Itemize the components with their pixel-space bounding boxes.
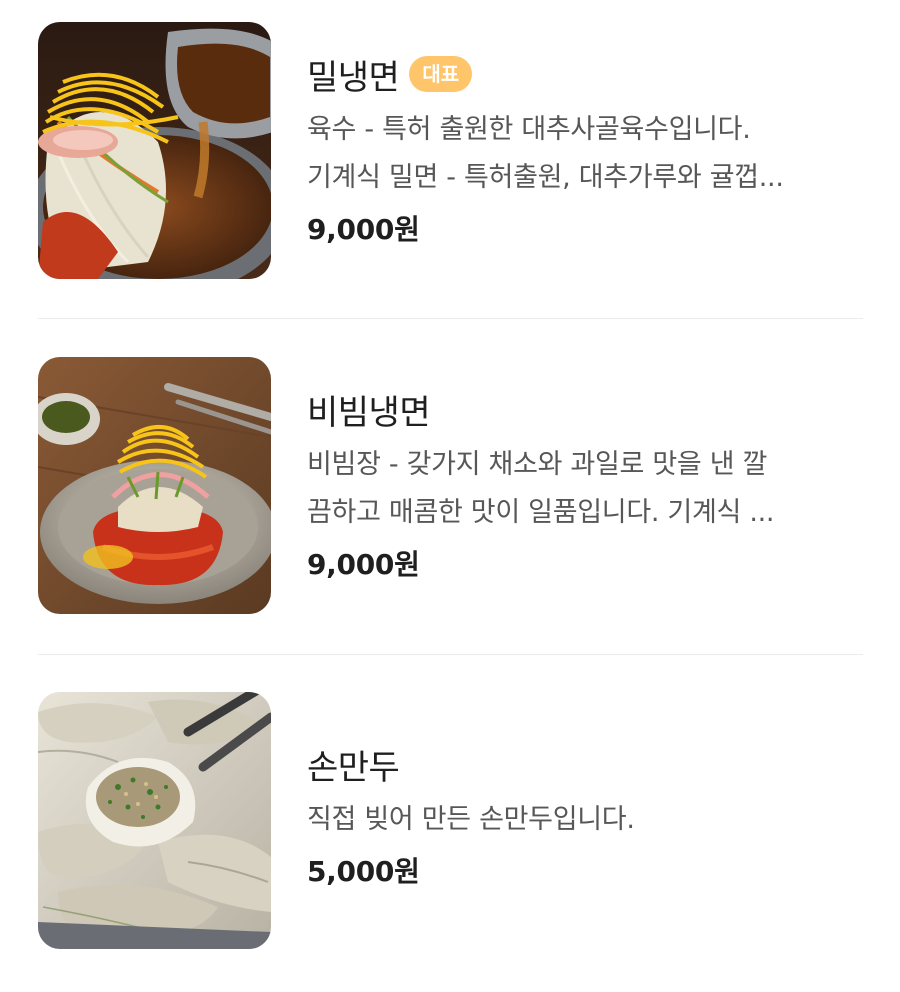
son-mandu-photo — [38, 692, 271, 949]
menu-item-price: 9,000원 — [307, 548, 420, 581]
description-line: 육수 - 특허 출원한 대추사골육수입니다. — [307, 114, 751, 145]
name-row: 손만두 — [307, 738, 867, 790]
menu-list: 밀냉면 대표 육수 - 특허 출원한 대추사골육수입니다. 기계식 밀면 - 특… — [0, 0, 900, 985]
description-line: 직접 빚어 만든 손만두입니다. — [307, 804, 635, 835]
divider — [38, 654, 863, 655]
menu-item-price: 9,000원 — [307, 213, 420, 246]
mil-naengmyeon-image — [38, 22, 271, 279]
bibim-naengmyeon-image — [38, 357, 271, 614]
description-line: 비빔장 - 갖가지 채소와 과일로 맛을 낸 깔 — [307, 449, 768, 480]
menu-item-price: 5,000원 — [307, 855, 420, 888]
menu-item-description: 비빔장 - 갖가지 채소와 과일로 맛을 낸 깔 끔하고 매콤한 맛이 일품입니… — [307, 441, 867, 537]
menu-item-name: 손만두 — [307, 747, 400, 788]
name-row: 비빔냉면 — [307, 383, 867, 435]
menu-item-name: 비빔냉면 — [307, 392, 431, 433]
name-row: 밀냉면 대표 — [307, 48, 867, 100]
signature-badge: 대표 — [409, 56, 473, 92]
menu-item-info: 비빔냉면 비빔장 - 갖가지 채소와 과일로 맛을 낸 깔 끔하고 매콤한 맛이… — [307, 357, 867, 585]
menu-item-info: 밀냉면 대표 육수 - 특허 출원한 대추사골육수입니다. 기계식 밀면 - 특… — [307, 22, 867, 250]
bibim-naengmyeon-photo — [38, 357, 271, 614]
description-line: 끔하고 매콤한 맛이 일품입니다. 기계식 ... — [307, 497, 775, 528]
son-mandu-image — [38, 692, 271, 949]
mil-naengmyeon-photo — [38, 22, 271, 279]
menu-item-name: 밀냉면 — [307, 57, 400, 98]
menu-item-bibim-naengmyeon[interactable]: 비빔냉면 비빔장 - 갖가지 채소와 과일로 맛을 낸 깔 끔하고 매콤한 맛이… — [0, 357, 900, 657]
description-line: 기계식 밀면 - 특허출원, 대추가루와 귤껍... — [307, 162, 784, 193]
divider — [38, 318, 863, 319]
menu-item-info: 손만두 직접 빚어 만든 손만두입니다. 5,000원 — [307, 692, 867, 892]
menu-item-description: 육수 - 특허 출원한 대추사골육수입니다. 기계식 밀면 - 특허출원, 대추… — [307, 106, 867, 202]
menu-item-son-mandu[interactable]: 손만두 직접 빚어 만든 손만두입니다. 5,000원 — [0, 692, 900, 992]
menu-item-mil-naengmyeon[interactable]: 밀냉면 대표 육수 - 특허 출원한 대추사골육수입니다. 기계식 밀면 - 특… — [0, 22, 900, 322]
menu-item-description: 직접 빚어 만든 손만두입니다. — [307, 796, 867, 844]
